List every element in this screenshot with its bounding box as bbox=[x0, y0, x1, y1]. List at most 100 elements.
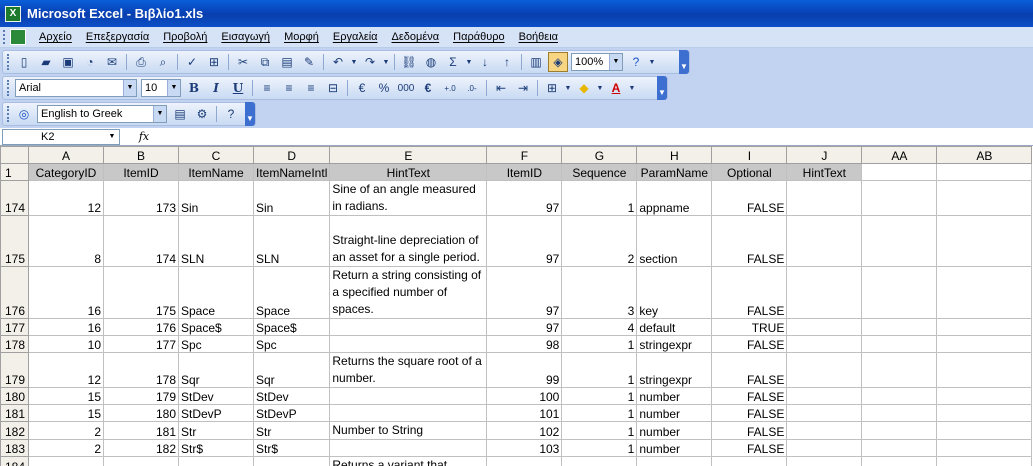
cell[interactable]: 97 bbox=[486, 266, 563, 319]
toolbar-grip[interactable] bbox=[7, 80, 10, 96]
chevron-down-icon[interactable]: ▼ bbox=[123, 80, 136, 96]
row-header[interactable]: 179 bbox=[0, 352, 29, 388]
cell[interactable]: 97 bbox=[486, 318, 563, 336]
drawing-icon[interactable]: ◈ bbox=[548, 52, 568, 72]
menu-file[interactable]: Αρχείο bbox=[32, 31, 79, 43]
fill-color-dropdown-icon[interactable]: ▼ bbox=[596, 78, 604, 98]
cell[interactable] bbox=[861, 335, 938, 353]
cell[interactable]: Returns the square root of a number. bbox=[329, 352, 488, 388]
autosum-icon[interactable]: Σ bbox=[443, 52, 463, 72]
cell[interactable]: SLN bbox=[178, 215, 254, 267]
decrease-decimal-icon[interactable]: .0- bbox=[462, 78, 482, 98]
paste-icon[interactable]: ▤ bbox=[277, 52, 297, 72]
cell[interactable] bbox=[861, 215, 938, 267]
redo-dropdown-icon[interactable]: ▼ bbox=[382, 52, 390, 72]
menu-insert[interactable]: Εισαγωγή bbox=[214, 31, 277, 43]
cell[interactable] bbox=[936, 180, 1033, 216]
globe-icon[interactable]: ◍ bbox=[421, 52, 441, 72]
cell[interactable] bbox=[786, 215, 863, 267]
cell[interactable]: FALSE bbox=[711, 335, 788, 353]
cell[interactable]: 176 bbox=[103, 318, 179, 336]
underline-icon[interactable]: U bbox=[228, 78, 248, 98]
hyperlink-icon[interactable]: ⛓ bbox=[399, 52, 419, 72]
font-size-select[interactable]: 10 ▼ bbox=[141, 79, 181, 97]
column-header-c[interactable]: C bbox=[178, 146, 254, 164]
cell[interactable]: 12 bbox=[28, 352, 104, 388]
cell[interactable]: ItemID bbox=[486, 163, 563, 181]
cell[interactable]: ItemName bbox=[178, 163, 254, 181]
column-header-j[interactable]: J bbox=[786, 146, 863, 164]
merge-center-icon[interactable]: ⊟ bbox=[323, 78, 343, 98]
cell[interactable]: Space$ bbox=[178, 318, 254, 336]
cell[interactable]: 175 bbox=[103, 266, 179, 319]
currency-icon[interactable]: € bbox=[352, 78, 372, 98]
column-header-f[interactable]: F bbox=[486, 146, 563, 164]
column-header-g[interactable]: G bbox=[561, 146, 638, 164]
borders-icon[interactable]: ⊞ bbox=[542, 78, 562, 98]
column-header-h[interactable]: H bbox=[636, 146, 713, 164]
menu-window[interactable]: Παράθυρο bbox=[446, 31, 511, 43]
cell[interactable] bbox=[786, 352, 863, 388]
cell[interactable]: 4 bbox=[561, 318, 638, 336]
cell[interactable]: 101 bbox=[486, 404, 563, 422]
cell[interactable]: Straight-line depreciation of an asset f… bbox=[329, 215, 488, 267]
cell[interactable]: 1 bbox=[561, 404, 638, 422]
cell[interactable] bbox=[861, 318, 938, 336]
cell[interactable]: ItemNameIntl bbox=[252, 163, 331, 181]
print-preview-icon[interactable]: ⌕ bbox=[153, 52, 173, 72]
cell[interactable]: key bbox=[636, 266, 713, 319]
align-center-icon[interactable]: ≡ bbox=[279, 78, 299, 98]
chevron-down-icon[interactable]: ▼ bbox=[105, 130, 119, 144]
cell[interactable]: Returns a variant that bbox=[329, 456, 488, 466]
cell[interactable]: 180 bbox=[103, 404, 179, 422]
cell[interactable]: Str bbox=[252, 421, 331, 440]
cell[interactable]: Space$ bbox=[252, 318, 331, 336]
cell[interactable]: 173 bbox=[103, 180, 179, 216]
cell[interactable]: StDev bbox=[178, 387, 254, 405]
cell[interactable]: 177 bbox=[103, 335, 179, 353]
cell[interactable] bbox=[786, 318, 863, 336]
cell[interactable] bbox=[861, 180, 938, 216]
sort-ascending-icon[interactable]: ↓ bbox=[475, 52, 495, 72]
translate-settings-icon[interactable]: ⚙ bbox=[192, 104, 212, 124]
permission-icon[interactable]: ◔ bbox=[80, 52, 100, 72]
help-icon[interactable]: ? bbox=[626, 52, 646, 72]
row-header[interactable]: 184 bbox=[0, 456, 29, 466]
cell[interactable]: 179 bbox=[103, 387, 179, 405]
menu-edit[interactable]: Επεξεργασία bbox=[79, 31, 156, 43]
spelling-icon[interactable]: ✓ bbox=[182, 52, 202, 72]
cell[interactable] bbox=[786, 266, 863, 319]
chart-wizard-icon[interactable]: ▥ bbox=[526, 52, 546, 72]
cell[interactable]: 16 bbox=[28, 318, 104, 336]
cell[interactable] bbox=[329, 318, 488, 336]
row-header[interactable]: 177 bbox=[0, 318, 29, 336]
autosum-dropdown-icon[interactable]: ▼ bbox=[465, 52, 473, 72]
cell[interactable]: FALSE bbox=[711, 352, 788, 388]
cell[interactable]: Spc bbox=[178, 335, 254, 353]
cell[interactable]: 2 bbox=[561, 215, 638, 267]
help-dropdown-icon[interactable]: ▼ bbox=[648, 52, 656, 72]
cell[interactable] bbox=[936, 163, 1033, 181]
cell[interactable]: TRUE bbox=[711, 318, 788, 336]
cell[interactable] bbox=[786, 456, 863, 466]
font-name-select[interactable]: Arial ▼ bbox=[15, 79, 137, 97]
cell[interactable]: 99 bbox=[486, 352, 563, 388]
font-color-dropdown-icon[interactable]: ▼ bbox=[628, 78, 636, 98]
cell[interactable]: 1 bbox=[561, 180, 638, 216]
row-header[interactable]: 176 bbox=[0, 266, 29, 319]
cell[interactable]: 16 bbox=[28, 266, 104, 319]
cell[interactable]: SLN bbox=[252, 215, 331, 267]
column-header-a[interactable]: A bbox=[28, 146, 104, 164]
cell[interactable] bbox=[936, 404, 1033, 422]
borders-dropdown-icon[interactable]: ▼ bbox=[564, 78, 572, 98]
decrease-indent-icon[interactable]: ⇤ bbox=[491, 78, 511, 98]
cell[interactable]: FALSE bbox=[711, 439, 788, 457]
align-left-icon[interactable]: ≡ bbox=[257, 78, 277, 98]
cell[interactable] bbox=[786, 180, 863, 216]
cell[interactable]: FALSE bbox=[711, 404, 788, 422]
cell[interactable]: 10 bbox=[28, 335, 104, 353]
cell[interactable]: number bbox=[636, 421, 713, 440]
cell[interactable] bbox=[861, 456, 938, 466]
cell[interactable]: default bbox=[636, 318, 713, 336]
cell[interactable]: Sequence bbox=[561, 163, 638, 181]
